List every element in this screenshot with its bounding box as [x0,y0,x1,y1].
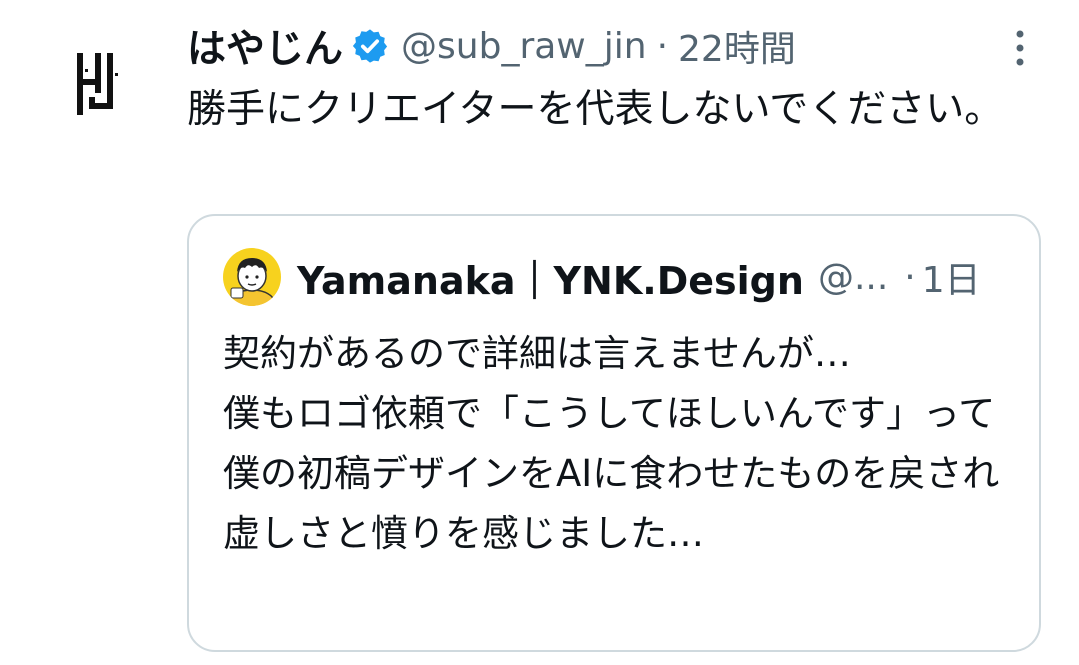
more-vertical-icon [1016,30,1024,66]
quoted-tweet-header: Yamanaka｜YNK.Design @... · 1日 [223,248,981,306]
quoted-separator-dot: · [904,256,916,298]
quoted-author-handle[interactable]: @... [818,257,888,298]
author-name[interactable]: はやじん [187,18,343,74]
verified-badge-icon [351,27,389,65]
cartoon-avatar-icon [223,248,281,306]
hj-logo-icon [77,53,118,115]
tweet-text: 勝手にクリエイターを代表しないでください。 [187,87,1004,132]
tweet[interactable]: はやじん @sub_raw_jin · 22時間 勝手にクリエイターを代表しない… [0,0,1079,665]
tweet-header: はやじん @sub_raw_jin · 22時間 [187,20,796,73]
more-options-button[interactable] [1002,28,1038,68]
quoted-tweet-text: 契約があるので詳細は言えませんが… 僕もロゴ依頼で「こうしてほしいんです」って僕… [223,332,1000,555]
quoted-author-avatar[interactable] [223,248,281,306]
separator-dot: · [656,25,669,67]
tweet-timestamp[interactable]: 22時間 [678,20,796,72]
author-handle[interactable]: @sub_raw_jin [401,26,647,67]
quoted-author-name[interactable]: Yamanaka｜YNK.Design [297,250,804,305]
quoted-tweet-timestamp[interactable]: 1日 [922,251,981,303]
quoted-tweet[interactable]: Yamanaka｜YNK.Design @... · 1日 契約があるので詳細は… [187,214,1041,652]
author-avatar[interactable] [62,42,134,126]
